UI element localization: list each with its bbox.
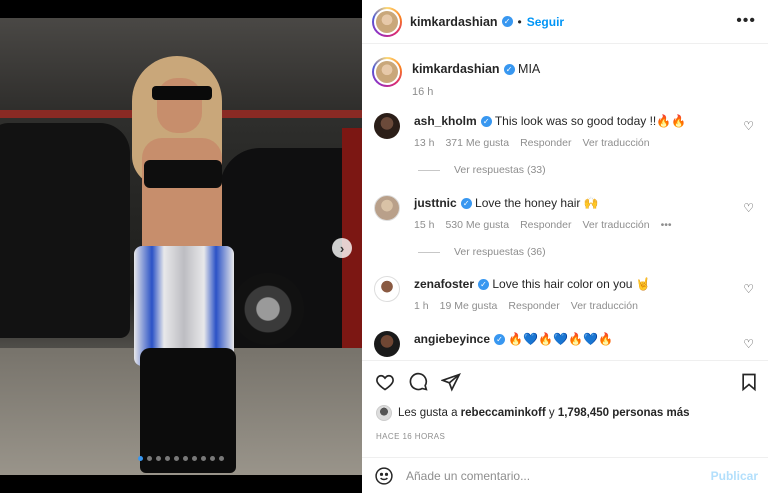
heart-icon xyxy=(376,374,394,391)
likes-conj: y xyxy=(548,407,555,419)
view-replies-button[interactable]: Ver respuestas (36) xyxy=(418,246,546,258)
comment-likes[interactable]: 530 Me gusta xyxy=(445,219,509,231)
comment-likes[interactable]: 371 Me gusta xyxy=(445,137,509,149)
verified-icon: ✓ xyxy=(501,16,513,27)
emoji-icon[interactable] xyxy=(374,466,394,486)
liker-avatar xyxy=(376,405,392,421)
translate-button[interactable]: Ver traducción xyxy=(582,219,649,231)
post-actions: Les gusta a rebeccaminkoff y 1,798,450 p… xyxy=(362,360,768,444)
comment-time: 13 h xyxy=(414,137,435,149)
chevron-right-icon: › xyxy=(339,240,345,256)
commenter-avatar[interactable] xyxy=(374,276,400,302)
caption-time: 16 h xyxy=(412,86,434,98)
person-torso xyxy=(142,138,222,258)
more-horizontal-icon[interactable]: ••• xyxy=(736,12,756,30)
comment-input[interactable] xyxy=(406,468,706,483)
publish-button[interactable]: Publicar xyxy=(711,469,758,483)
like-button[interactable] xyxy=(374,371,396,393)
carousel-dot xyxy=(156,456,161,461)
follow-button[interactable]: Seguir xyxy=(527,15,564,29)
commenter-handle[interactable]: justtnic xyxy=(414,196,457,210)
caption-author-avatar[interactable] xyxy=(372,57,402,87)
comment: justtnic ✓ Love the honey hair 🙌 15 h 530 … xyxy=(374,195,754,233)
carousel-next-button[interactable]: › xyxy=(332,238,352,258)
comment: zenafoster ✓ Love this hair color on you … xyxy=(374,276,754,314)
reply-button[interactable]: Responder xyxy=(520,219,571,231)
comment-text: Love this hair color on you 🤘 xyxy=(492,277,651,291)
heart-icon[interactable]: ♡ xyxy=(743,119,754,133)
verified-icon: ✓ xyxy=(503,64,515,76)
bookmark-icon xyxy=(742,373,756,392)
reply-button[interactable]: Responder xyxy=(508,300,559,312)
heart-icon[interactable]: ♡ xyxy=(743,337,754,351)
comment: angiebeyince ✓ 🔥💙🔥💙🔥💙🔥 ♡ xyxy=(374,331,754,357)
carousel-dot xyxy=(219,456,224,461)
share-button[interactable] xyxy=(440,371,462,393)
verified-icon: ✓ xyxy=(460,198,472,210)
carousel-dot xyxy=(165,456,170,461)
comment-button[interactable] xyxy=(407,371,429,393)
post-photo[interactable] xyxy=(0,18,362,475)
comment-composer: Publicar xyxy=(362,457,768,493)
carousel-dot xyxy=(183,456,188,461)
comments-list[interactable]: kimkardashian ✓ MIA 16 h ash_kholm ✓ This … xyxy=(362,45,768,358)
verified-icon: ✓ xyxy=(480,116,492,128)
comment-time: 1 h xyxy=(414,300,429,312)
post-media: › xyxy=(0,0,362,493)
commenter-handle[interactable]: angiebeyince xyxy=(414,332,490,346)
view-replies-label: Ver respuestas (36) xyxy=(454,246,546,258)
person-boots xyxy=(140,348,236,473)
commenter-avatar[interactable] xyxy=(374,331,400,357)
translate-button[interactable]: Ver traducción xyxy=(571,300,638,312)
comment-likes[interactable]: 19 Me gusta xyxy=(440,300,498,312)
photo-person xyxy=(112,48,262,473)
carousel-dot xyxy=(210,456,215,461)
carousel-dot xyxy=(174,456,179,461)
send-icon xyxy=(441,373,461,392)
post-header: kimkardashian ✓ • Seguir ••• xyxy=(362,0,768,44)
heart-icon[interactable]: ♡ xyxy=(743,201,754,215)
heart-icon[interactable]: ♡ xyxy=(743,282,754,296)
carousel-dots xyxy=(0,456,362,461)
carousel-dot xyxy=(147,456,152,461)
verified-icon: ✓ xyxy=(478,279,490,291)
carousel-dot xyxy=(192,456,197,461)
comment-options-icon[interactable]: ••• xyxy=(661,219,672,231)
commenter-avatar[interactable] xyxy=(374,195,400,221)
translate-button[interactable]: Ver traducción xyxy=(582,137,649,149)
photo-car-left xyxy=(0,123,130,338)
author-avatar[interactable] xyxy=(372,6,402,37)
person-sunglasses xyxy=(152,86,212,100)
commenter-avatar[interactable] xyxy=(374,113,400,139)
comment-text: 🔥💙🔥💙🔥💙🔥 xyxy=(508,332,613,346)
carousel-dot xyxy=(138,456,143,461)
save-button[interactable] xyxy=(738,371,760,393)
comment-text: Love the honey hair 🙌 xyxy=(475,196,599,210)
carousel-dot xyxy=(201,456,206,461)
comment: ash_kholm ✓ This look was so good today !… xyxy=(374,113,754,151)
likes-summary[interactable]: Les gusta a rebeccaminkoff y 1,798,450 p… xyxy=(376,405,690,421)
verified-icon: ✓ xyxy=(494,334,506,346)
comment-text: This look was so good today !!🔥🔥 xyxy=(494,114,687,128)
follow-separator: • xyxy=(517,14,522,29)
comment-time: 15 h xyxy=(414,219,435,231)
view-replies-button[interactable]: Ver respuestas (33) xyxy=(418,164,546,176)
likes-count[interactable]: 1,798,450 personas más xyxy=(558,407,690,419)
comment-icon xyxy=(409,372,428,391)
post-age: HACE 16 HORAS xyxy=(376,432,446,441)
author-handle[interactable]: kimkardashian xyxy=(410,15,498,29)
post-caption: kimkardashian ✓ MIA 16 h xyxy=(372,57,540,98)
person-top xyxy=(144,160,222,188)
likes-prefix: Les gusta a xyxy=(398,407,458,419)
commenter-handle[interactable]: ash_kholm xyxy=(414,114,477,128)
caption-author-handle[interactable]: kimkardashian xyxy=(412,62,500,76)
reply-button[interactable]: Responder xyxy=(520,137,571,149)
view-replies-label: Ver respuestas (33) xyxy=(454,164,546,176)
post-panel: kimkardashian ✓ • Seguir ••• kimkardashi… xyxy=(362,0,768,493)
commenter-handle[interactable]: zenafoster xyxy=(414,277,474,291)
liker-handle[interactable]: rebeccaminkoff xyxy=(461,407,546,419)
caption-text: MIA xyxy=(518,62,541,76)
